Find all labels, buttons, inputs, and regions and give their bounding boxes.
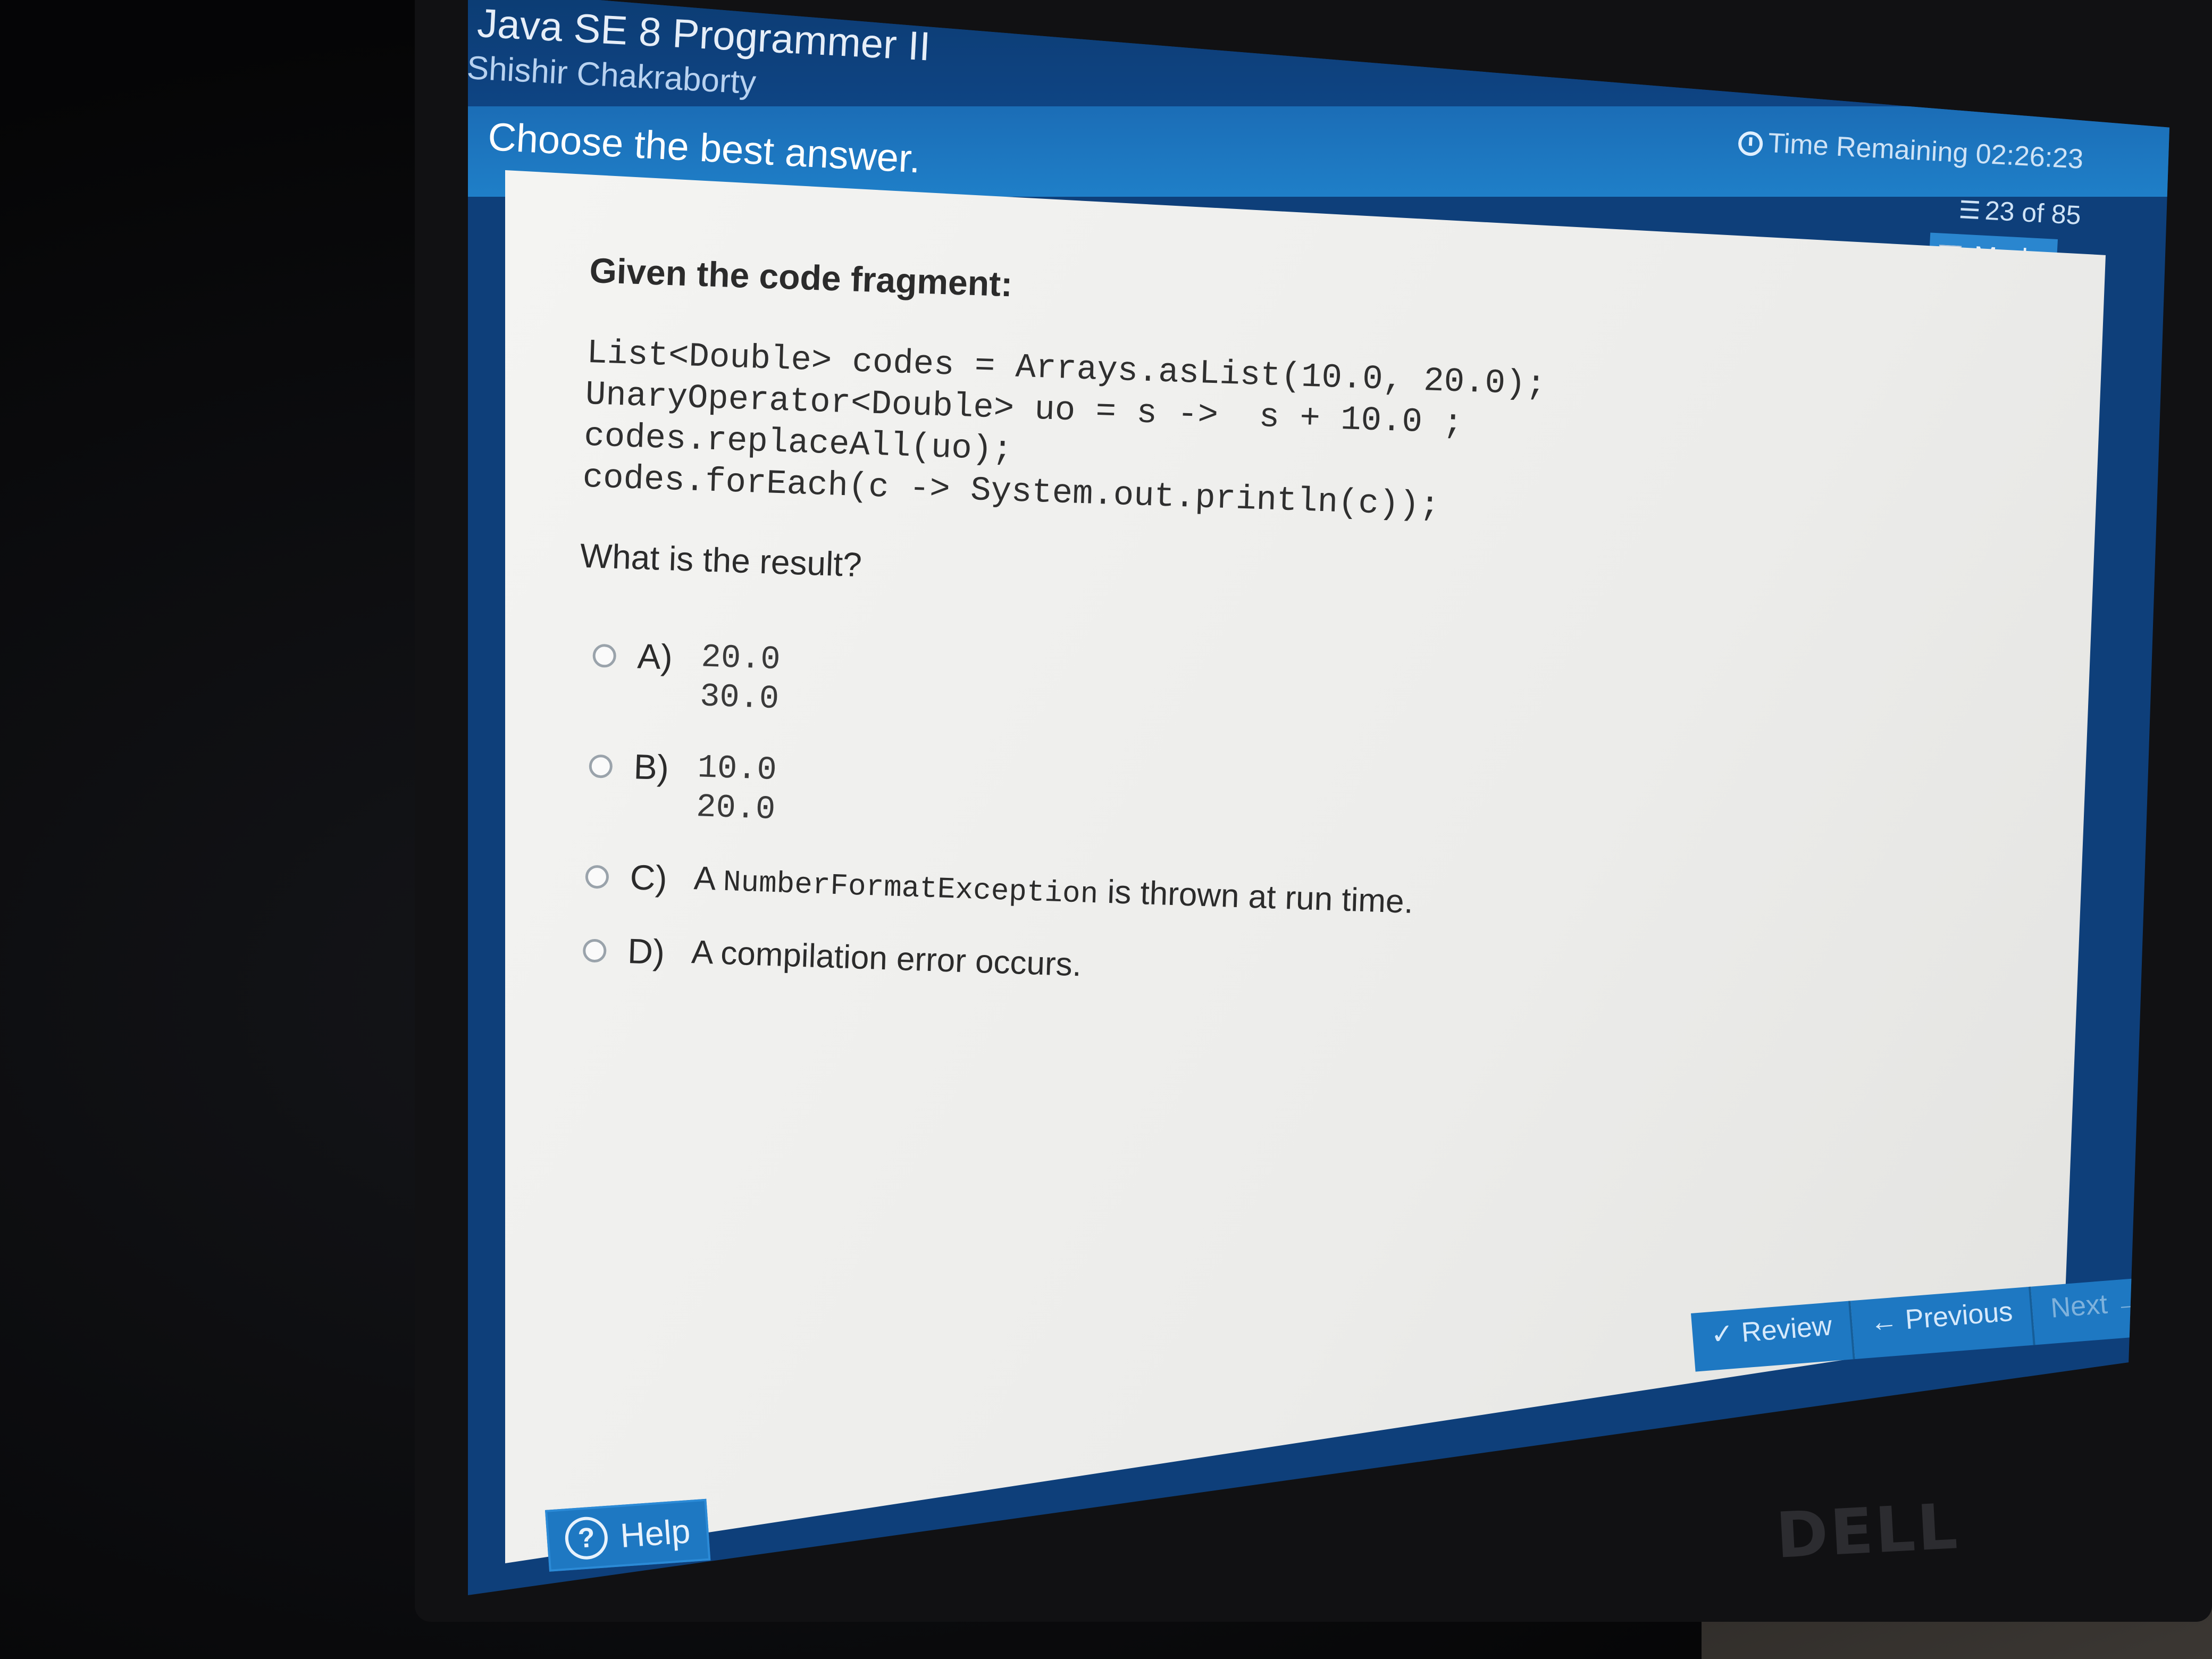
- time-remaining-text: Time Remaining 02:26:23: [1767, 127, 2084, 175]
- option-letter: C): [629, 857, 668, 898]
- monitor-brand-logo: DELL: [1774, 1489, 1962, 1572]
- photo-frame: DELL Java SE 8 Programmer II Shishir Cha…: [0, 0, 2212, 1659]
- question-body: Given the code fragment: List<Double> co…: [565, 250, 1549, 1033]
- question-counter-text: 23 of 85: [1984, 195, 2082, 230]
- list-icon: ☰: [1958, 195, 1982, 225]
- review-button[interactable]: ✓ Review: [1691, 1301, 1855, 1372]
- radio-button-b[interactable]: [589, 754, 613, 778]
- option-letter: A): [636, 636, 673, 677]
- answer-option-d[interactable]: D) A compilation error occurs.: [582, 929, 1527, 1001]
- option-text: 10.0 20.0: [696, 749, 777, 829]
- answer-option-a[interactable]: A) 20.0 30.0: [591, 634, 1537, 744]
- help-label: Help: [619, 1512, 692, 1555]
- question-ask: What is the result?: [579, 536, 862, 584]
- option-letter: D): [627, 931, 666, 972]
- option-text: A compilation error occurs.: [691, 934, 1083, 984]
- answer-option-c[interactable]: C) A NumberFormatException is thrown at …: [585, 855, 1530, 928]
- question-counter: ☰ 23 of 85: [1958, 194, 2082, 231]
- time-remaining: Time Remaining 02:26:23: [1738, 125, 2084, 175]
- exam-screen: Java SE 8 Programmer II Shishir Chakrabo…: [468, 0, 2169, 1595]
- option-code: NumberFormatException: [722, 865, 1099, 912]
- option-prefix: A: [693, 860, 724, 898]
- option-text: 20.0 30.0: [699, 638, 781, 718]
- radio-button-d[interactable]: [582, 939, 607, 963]
- option-suffix: is thrown at run time.: [1097, 873, 1414, 920]
- question-prompt: Given the code fragment:: [589, 250, 1013, 304]
- radio-button-c[interactable]: [585, 865, 609, 889]
- option-letter: B): [633, 747, 670, 787]
- clock-icon: [1738, 131, 1764, 157]
- question-mark-icon: ?: [564, 1515, 609, 1561]
- radio-button-a[interactable]: [592, 643, 617, 668]
- option-text: A NumberFormatException is thrown at run…: [693, 859, 1414, 925]
- instruction-text: Choose the best answer.: [487, 114, 922, 181]
- code-fragment: List<Double> codes = Arrays.asList(10.0,…: [582, 334, 1547, 526]
- help-button[interactable]: ? Help: [545, 1498, 710, 1572]
- answer-option-b[interactable]: B) 10.0 20.0: [587, 744, 1533, 854]
